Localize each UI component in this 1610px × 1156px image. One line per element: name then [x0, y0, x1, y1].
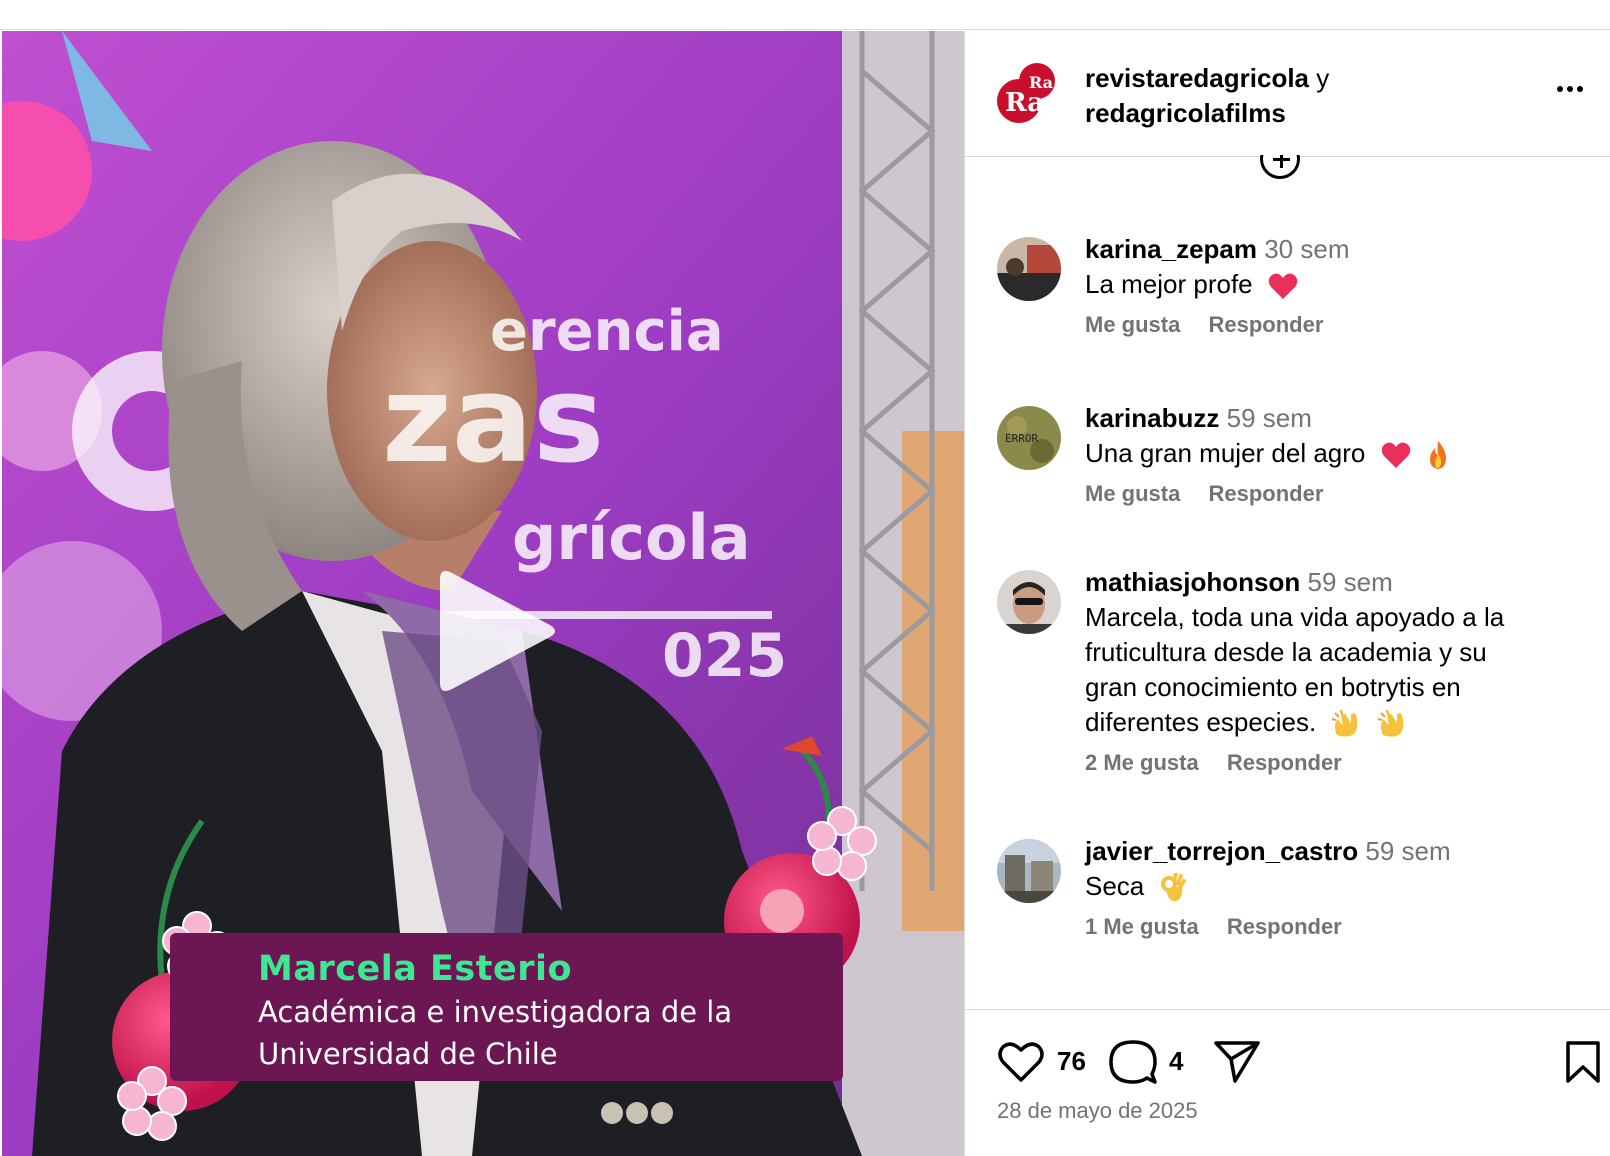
comment-bubble-icon	[1109, 1040, 1157, 1084]
comment-reply-button[interactable]: Responder	[1227, 750, 1342, 775]
post-video[interactable]: erencia zas grícola 025 Marcela Esterio …	[2, 31, 964, 1156]
comment-username[interactable]: karinabuzz	[1085, 403, 1219, 433]
svg-text:Ra: Ra	[1005, 88, 1044, 118]
speaker-title-line-2: Universidad de Chile	[258, 1037, 558, 1071]
fire-emoji-icon	[1429, 441, 1446, 470]
comment-time[interactable]: 30 sem	[1264, 234, 1349, 264]
backdrop-text-4: 025	[662, 621, 788, 691]
comment-item: javier_torrejon_castro 59 sem Seca 1 Me …	[965, 833, 1610, 950]
comment-text: Una gran mujer del agro	[1085, 438, 1366, 468]
comment-username[interactable]: mathiasjohonson	[1085, 567, 1300, 597]
avatar-photo-icon: ERROR	[997, 406, 1061, 470]
post-side-panel: Ra Ra revistaredagricola y redagricolafi…	[964, 31, 1610, 1156]
save-button[interactable]	[1565, 1040, 1601, 1089]
post-actions-bar: 76 4 28 de mayo de 2025	[965, 1009, 1610, 1156]
comment-actions: 2 Me gusta Responder	[1085, 750, 1610, 786]
post-date[interactable]: 28 de mayo de 2025	[997, 1098, 1198, 1124]
comment-header: karinabuzz 59 sem	[1085, 400, 1610, 436]
video-lower-third: Marcela Esterio Académica e investigador…	[170, 933, 843, 1081]
author-username-2[interactable]: redagricolafilms	[1085, 98, 1286, 128]
speaker-title-line-1: Académica e investigadora de la	[258, 995, 733, 1029]
comment-text: Seca	[1085, 871, 1145, 901]
ok-hand-emoji-icon	[1160, 873, 1186, 902]
comment-time[interactable]: 59 sem	[1227, 403, 1312, 433]
heart-emoji-icon	[1268, 273, 1298, 300]
commenter-avatar[interactable]	[997, 570, 1061, 634]
play-icon	[440, 571, 555, 691]
comment-text-row: Una gran mujer del agro	[1085, 436, 1610, 471]
browser-top-strip	[0, 0, 1610, 30]
comment-like-button[interactable]: Me gusta	[1085, 312, 1180, 337]
comment-time[interactable]: 59 sem	[1307, 567, 1392, 597]
comment-username[interactable]: javier_torrejon_castro	[1085, 836, 1358, 866]
comment-actions: Me gusta Responder	[1085, 312, 1610, 348]
comment-reply-button[interactable]: Responder	[1208, 312, 1323, 337]
comment-text-row: La mejor profe	[1085, 267, 1610, 302]
more-dot-icon	[1577, 86, 1583, 92]
comment-reply-button[interactable]: Responder	[1227, 914, 1342, 939]
comment-header: javier_torrejon_castro 59 sem	[1085, 833, 1610, 869]
post-header: Ra Ra revistaredagricola y redagricolafi…	[965, 31, 1610, 157]
backdrop-text-2: zas	[382, 351, 605, 490]
comment-text-row: Seca	[1085, 869, 1610, 904]
avatar-photo-icon	[997, 237, 1061, 301]
avatar-photo-icon	[997, 839, 1061, 903]
more-dot-icon	[1557, 86, 1563, 92]
comment-item: mathiasjohonson 59 sem Marcela, toda una…	[965, 564, 1610, 786]
bookmark-icon	[1566, 1041, 1600, 1083]
heart-outline-icon	[998, 1042, 1044, 1082]
authors-joiner: y	[1316, 63, 1330, 93]
comment-time[interactable]: 59 sem	[1365, 836, 1450, 866]
comment-text-line: diferentes especies.	[1085, 707, 1317, 737]
comment-text-row: diferentes especies.	[1085, 705, 1610, 740]
comment-text: La mejor profe	[1085, 269, 1253, 299]
comment-reply-button[interactable]: Responder	[1208, 481, 1323, 506]
comment-actions: 1 Me gusta Responder	[1085, 914, 1610, 950]
comment-actions: Me gusta Responder	[1085, 481, 1610, 517]
comment-like-button[interactable]: 2 Me gusta	[1085, 750, 1199, 775]
comment-like-button[interactable]: 1 Me gusta	[1085, 914, 1199, 939]
heart-emoji-icon	[1381, 442, 1410, 469]
redagricola-logo-icon: Ra Ra	[996, 62, 1058, 124]
avatar-photo-icon	[997, 570, 1061, 634]
comment-username[interactable]: karina_zepam	[1085, 234, 1257, 264]
svg-text:Ra: Ra	[1029, 73, 1053, 92]
comment-header: karina_zepam 30 sem	[1085, 231, 1610, 267]
comment-text-line: fruticultura desde la academia y su	[1085, 637, 1487, 667]
post-authors: revistaredagricola y redagricolafilms	[1085, 61, 1329, 131]
more-dot-icon	[1567, 86, 1573, 92]
speaker-name: Marcela Esterio	[258, 949, 573, 989]
clap-emoji-icon	[1377, 709, 1404, 737]
like-button[interactable]	[997, 1040, 1045, 1089]
clap-emoji-icon	[1332, 709, 1358, 737]
author-username-1[interactable]: revistaredagricola	[1085, 63, 1309, 93]
avatar-text: ERROR	[1005, 432, 1038, 445]
comments-count[interactable]: 4	[1169, 1046, 1183, 1077]
comment-text-line: gran conocimiento en botrytis en	[1085, 672, 1461, 702]
more-options-button[interactable]	[1555, 79, 1595, 103]
comment-text-line: Marcela, toda una vida apoyado a la	[1085, 602, 1505, 632]
comment-header: mathiasjohonson 59 sem	[1085, 564, 1610, 600]
likes-count[interactable]: 76	[1057, 1046, 1086, 1077]
play-button[interactable]	[426, 561, 566, 701]
comment-item: ERROR karinabuzz 59 sem Una gran mujer d…	[965, 400, 1610, 517]
commenter-avatar[interactable]	[997, 839, 1061, 903]
comment-like-button[interactable]: Me gusta	[1085, 481, 1180, 506]
commenter-avatar[interactable]	[997, 237, 1061, 301]
send-paper-plane-icon	[1214, 1041, 1260, 1083]
comment-button[interactable]	[1109, 1038, 1157, 1091]
share-button[interactable]	[1213, 1040, 1261, 1089]
author-avatar[interactable]: Ra Ra	[995, 61, 1059, 125]
commenter-avatar[interactable]: ERROR	[997, 406, 1061, 470]
comment-item: karina_zepam 30 sem La mejor profe Me gu…	[965, 231, 1610, 348]
